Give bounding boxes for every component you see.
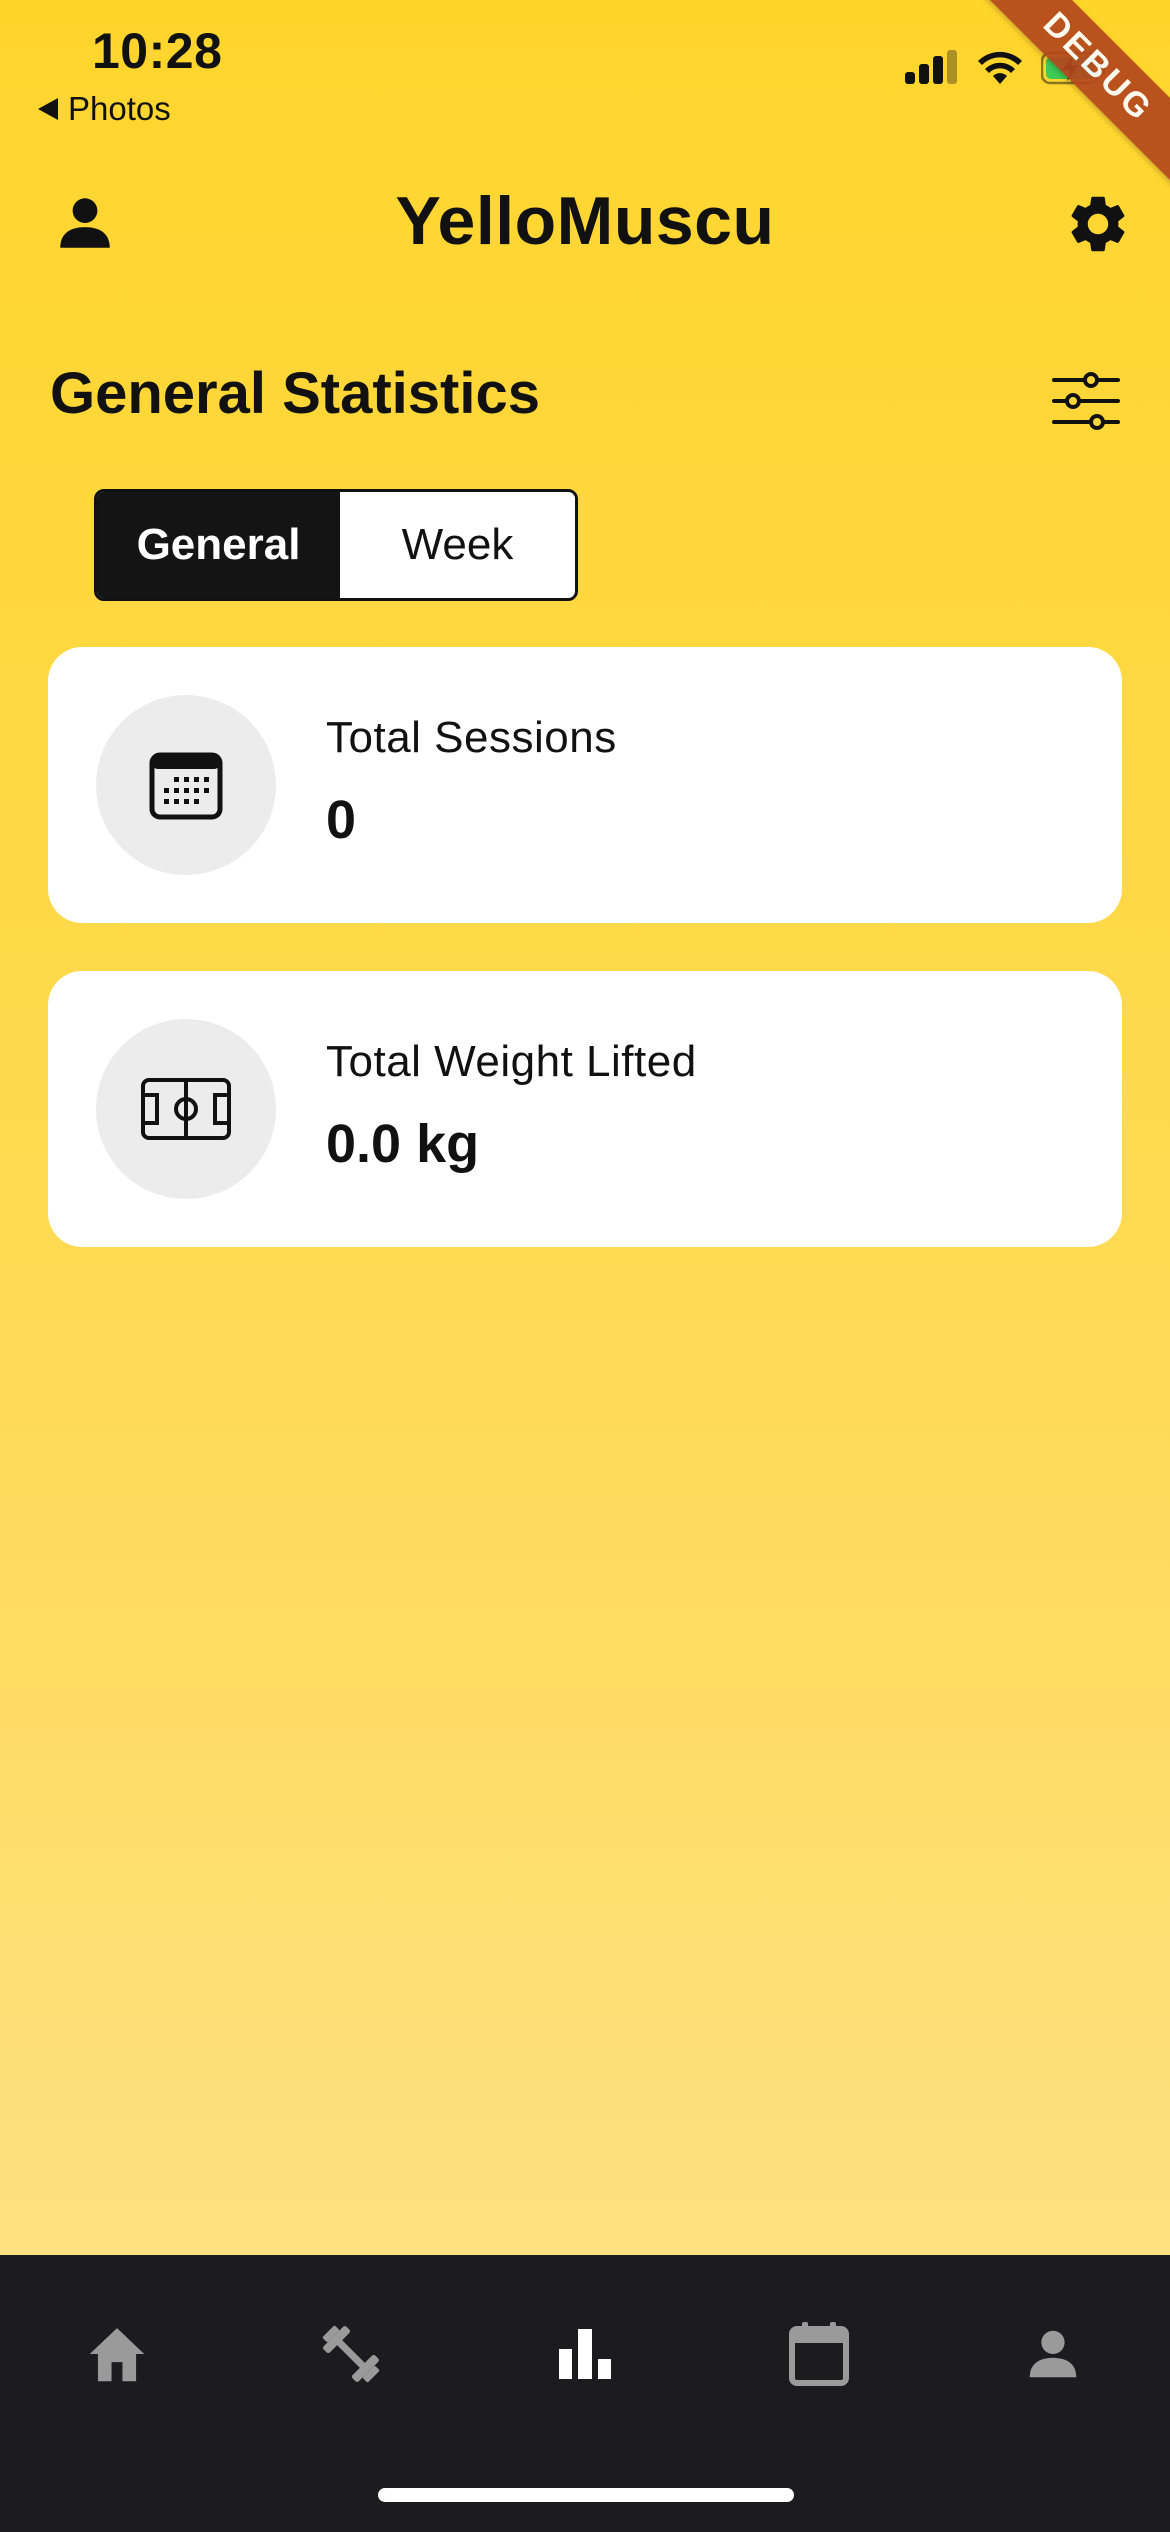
nav-workout[interactable] <box>291 2299 411 2409</box>
person-icon <box>1029 2330 1077 2378</box>
segment-general[interactable]: General <box>97 492 340 598</box>
stat-card-total-sessions: Total Sessions 0 <box>48 647 1122 923</box>
stat-value: 0 <box>326 790 357 850</box>
calendar-icon <box>149 752 223 820</box>
back-arrow-icon <box>38 98 58 120</box>
settings-button[interactable] <box>1064 190 1132 258</box>
nav-statistics[interactable] <box>525 2299 645 2409</box>
stat-value: 0.0 kg <box>326 1114 480 1174</box>
nav-calendar[interactable] <box>759 2299 879 2409</box>
app-title: YelloMuscu <box>395 183 775 259</box>
nav-profile[interactable] <box>993 2299 1113 2409</box>
home-indicator[interactable] <box>378 2488 794 2502</box>
stat-label: Total Weight Lifted <box>326 1037 697 1086</box>
segment-week[interactable]: Week <box>340 492 575 598</box>
gear-icon <box>1071 196 1125 252</box>
dumbbell-icon <box>322 2325 380 2383</box>
nav-home[interactable] <box>57 2299 177 2409</box>
stadium-icon <box>141 1078 231 1140</box>
debug-banner: DEBUG <box>971 0 1170 194</box>
home-icon <box>89 2328 145 2382</box>
stat-icon-circle <box>96 1019 276 1199</box>
sliders-icon <box>1052 372 1120 430</box>
app-screen: 10:28 Photos DEBUG YelloMuscu General St… <box>0 0 1170 2532</box>
stat-icon-circle <box>96 695 276 875</box>
back-to-photos-link[interactable]: Photos <box>38 90 171 128</box>
wifi-icon <box>978 51 1022 84</box>
status-time: 10:28 <box>92 23 223 79</box>
back-label: Photos <box>68 90 171 127</box>
section-title: General Statistics <box>50 361 540 426</box>
bar-chart-icon <box>559 2329 611 2379</box>
calendar-icon <box>789 2322 849 2386</box>
stat-card-total-weight: Total Weight Lifted 0.0 kg <box>48 971 1122 1247</box>
signal-icon <box>905 50 957 84</box>
period-segmented-control: General Week <box>94 489 578 601</box>
filter-button[interactable] <box>1050 370 1122 432</box>
stat-label: Total Sessions <box>326 713 617 762</box>
